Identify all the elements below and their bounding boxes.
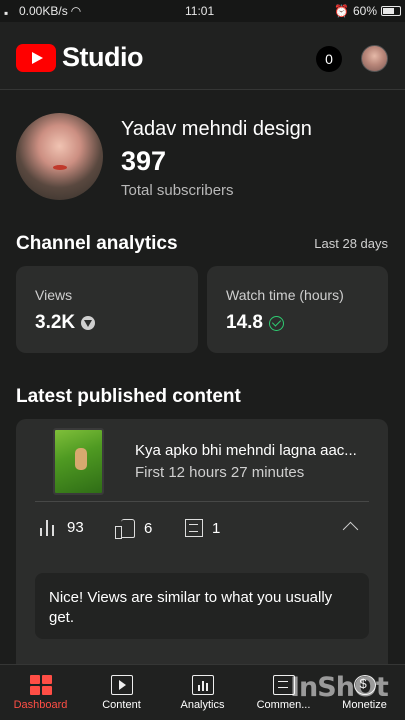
battery-icon	[381, 6, 401, 16]
network-speed: 0.00KB/s	[19, 4, 68, 18]
video-views-count: 93	[67, 519, 84, 536]
insight-box: Nice! Views are similar to what you usua…	[35, 573, 369, 639]
bar-chart-icon	[38, 519, 58, 536]
clock: 11:01	[185, 4, 215, 18]
avatar-detail	[53, 165, 67, 170]
watch-time-value-row: 14.8	[226, 312, 284, 334]
nav-dashboard[interactable]: Dashboard	[0, 665, 81, 720]
alarm-icon: ⏰	[334, 4, 349, 18]
subscriber-label: Total subscribers	[121, 182, 234, 199]
analytics-period: Last 28 days	[314, 236, 388, 251]
latest-content-title: Latest published content	[16, 386, 241, 407]
thumbs-up-icon	[115, 519, 135, 539]
youtube-play-icon	[16, 43, 56, 72]
channel-name: Yadav mehndi design	[121, 118, 312, 140]
nav-label: Dashboard	[13, 699, 68, 711]
battery-percent: 60%	[352, 4, 377, 18]
down-arrow-icon	[81, 316, 96, 330]
video-period: First 12 hours 27 minutes	[135, 464, 305, 481]
nav-content[interactable]: Content	[81, 665, 162, 720]
video-thumbnail[interactable]	[53, 428, 104, 495]
divider	[35, 501, 369, 502]
notifications-button[interactable]: 0	[316, 46, 342, 72]
account-avatar[interactable]	[361, 45, 388, 72]
content-icon	[110, 675, 133, 695]
check-icon	[268, 315, 284, 331]
logo-text: Studio	[62, 42, 143, 72]
views-label: Views	[35, 287, 73, 303]
channel-analytics-title: Channel analytics	[16, 233, 178, 254]
nav-label: Analytics	[180, 699, 225, 711]
studio-logo[interactable]: Studio	[16, 42, 143, 73]
status-bar-left: ▪ 0.00KB/s ◠	[4, 4, 82, 20]
wifi-icon: ◠	[70, 4, 82, 18]
app-header: Studio 0	[0, 22, 405, 90]
nav-label: Content	[102, 699, 141, 711]
watch-time-label: Watch time (hours)	[226, 287, 344, 303]
channel-avatar[interactable]	[16, 113, 103, 200]
views-value: 3.2K	[35, 312, 76, 333]
status-bar: ▪ 0.00KB/s ◠ 11:01 ⏰ 60%	[0, 0, 405, 22]
comment-icon	[185, 519, 203, 537]
inshot-watermark: InShOt	[290, 672, 389, 703]
views-card[interactable]: Views 3.2K	[16, 266, 198, 353]
video-likes-stat: 6	[115, 519, 153, 539]
video-views-stat: 93	[38, 519, 84, 536]
video-likes-count: 6	[144, 519, 153, 537]
sim-icon: ▪	[4, 6, 9, 20]
chevron-up-icon[interactable]	[342, 521, 359, 538]
insight-text: Nice! Views are similar to what you usua…	[49, 589, 333, 626]
dashboard-icon	[29, 675, 52, 695]
analytics-icon	[191, 675, 214, 695]
video-title[interactable]: Kya apko bhi mehndi lagna aac...	[135, 442, 375, 459]
nav-analytics[interactable]: Analytics	[162, 665, 243, 720]
views-value-row: 3.2K	[35, 312, 96, 334]
watch-time-card[interactable]: Watch time (hours) 14.8	[207, 266, 388, 353]
video-comments-count: 1	[212, 519, 221, 537]
video-comments-stat[interactable]: 1	[185, 519, 220, 537]
latest-content-card: Kya apko bhi mehndi lagna aac... First 1…	[16, 419, 388, 679]
status-bar-right: ⏰ 60%	[334, 4, 401, 18]
watch-time-value: 14.8	[226, 312, 263, 333]
subscriber-count: 397	[121, 146, 167, 176]
